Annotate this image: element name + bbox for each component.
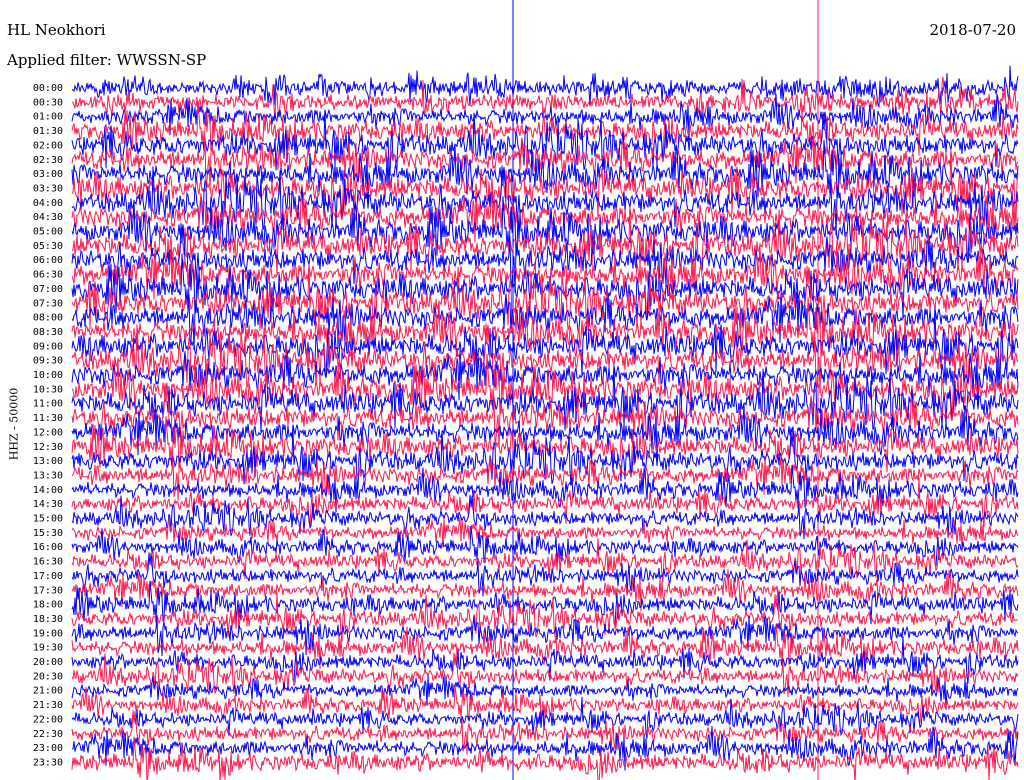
time-tick-label: 17:00 xyxy=(33,571,63,582)
seismic-traces xyxy=(71,65,1019,780)
time-tick-label: 07:30 xyxy=(33,298,63,309)
time-tick-label: 23:30 xyxy=(33,757,63,768)
time-tick-label: 02:00 xyxy=(33,140,63,151)
time-tick-label: 15:00 xyxy=(33,514,63,525)
time-tick-labels: 00:00 00:30 01:00 01:30 02:00 02:30 03:00 03:30… xyxy=(33,83,63,768)
time-tick-label: 19:00 xyxy=(33,628,63,639)
time-tick-label: 07:00 xyxy=(33,284,63,295)
time-tick-label: 04:30 xyxy=(33,212,63,223)
time-tick-label: 02:30 xyxy=(33,155,63,166)
time-tick-label: 08:30 xyxy=(33,327,63,338)
time-tick-label: 00:30 xyxy=(33,97,63,108)
time-tick-label: 01:30 xyxy=(33,126,63,137)
time-tick-label: 06:30 xyxy=(33,270,63,281)
time-tick-label: 12:00 xyxy=(33,427,63,438)
time-tick-label: 20:00 xyxy=(33,657,63,668)
time-tick-label: 21:30 xyxy=(33,700,63,711)
time-tick-label: 10:30 xyxy=(33,384,63,395)
time-tick-label: 20:30 xyxy=(33,671,63,682)
time-tick-label: 09:30 xyxy=(33,356,63,367)
time-tick-label: 13:30 xyxy=(33,470,63,481)
seismic-trace-row xyxy=(71,76,1019,123)
time-tick-label: 23:00 xyxy=(33,743,63,754)
time-tick-label: 18:30 xyxy=(33,614,63,625)
time-tick-label: 17:30 xyxy=(33,585,63,596)
time-tick-label: 22:00 xyxy=(33,714,63,725)
time-tick-label: 00:00 xyxy=(33,83,63,94)
time-tick-label: 22:30 xyxy=(33,729,63,740)
time-tick-label: 03:30 xyxy=(33,183,63,194)
time-tick-label: 08:00 xyxy=(33,313,63,324)
seismic-trace-row xyxy=(71,65,1019,108)
seismic-trace-row xyxy=(71,109,1019,176)
time-tick-label: 16:30 xyxy=(33,557,63,568)
time-tick-label: 16:00 xyxy=(33,542,63,553)
time-tick-label: 21:00 xyxy=(33,686,63,697)
time-tick-label: 19:30 xyxy=(33,643,63,654)
time-tick-label: 06:00 xyxy=(33,255,63,266)
time-tick-label: 10:00 xyxy=(33,370,63,381)
time-tick-label: 15:30 xyxy=(33,528,63,539)
helicorder-plot: 00:00 00:30 01:00 01:30 02:00 02:30 03:00 03:30… xyxy=(33,0,1019,780)
time-tick-label: 11:00 xyxy=(33,399,63,410)
time-tick-label: 13:00 xyxy=(33,456,63,467)
time-tick-label: 11:30 xyxy=(33,413,63,424)
time-tick-label: 18:00 xyxy=(33,600,63,611)
time-tick-label: 05:00 xyxy=(33,227,63,238)
time-tick-label: 01:00 xyxy=(33,112,63,123)
time-tick-label: 12:30 xyxy=(33,442,63,453)
time-tick-label: 14:00 xyxy=(33,485,63,496)
time-tick-label: 04:00 xyxy=(33,198,63,209)
time-tick-label: 03:00 xyxy=(33,169,63,180)
time-tick-label: 09:00 xyxy=(33,341,63,352)
time-tick-label: 05:30 xyxy=(33,241,63,252)
time-tick-label: 14:30 xyxy=(33,499,63,510)
